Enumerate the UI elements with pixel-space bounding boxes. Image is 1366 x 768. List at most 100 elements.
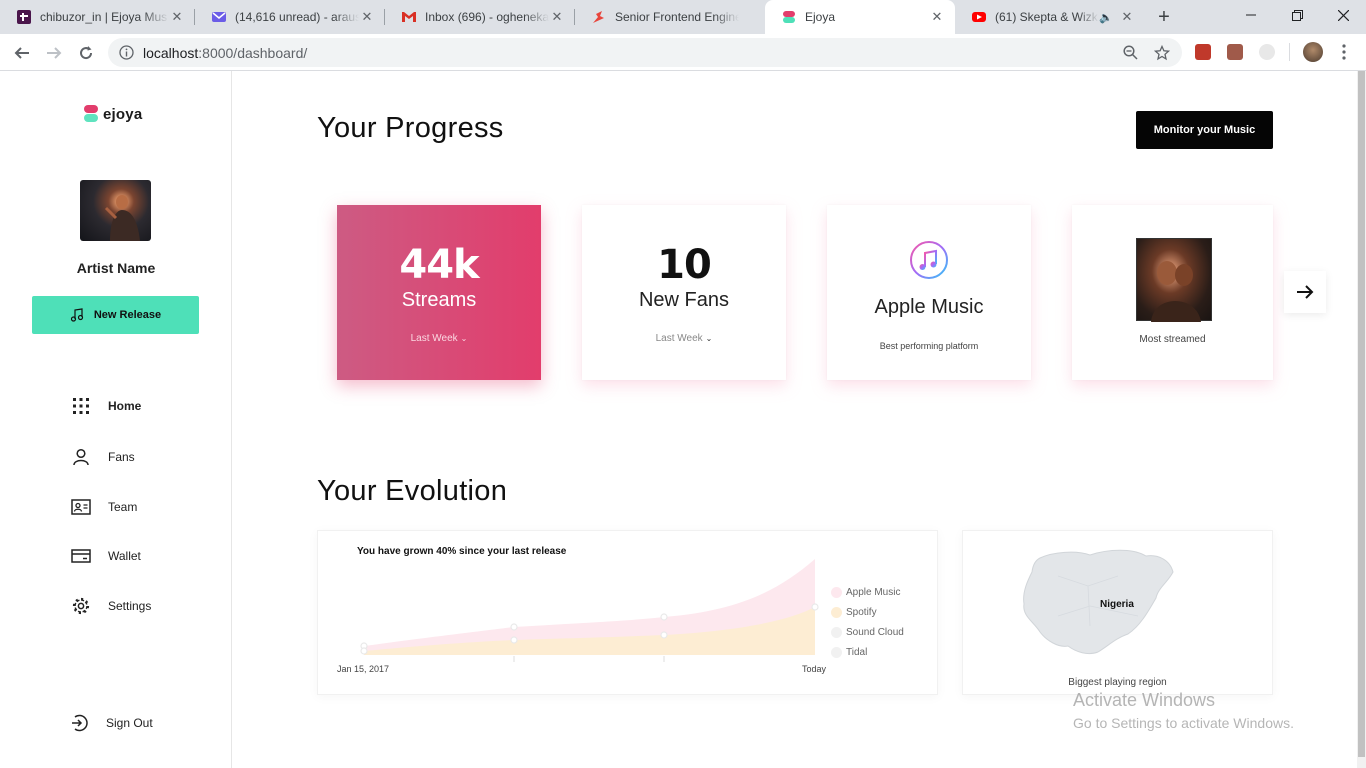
sidebar-item-label: Wallet — [108, 549, 141, 563]
sidebar-item-label: Team — [108, 500, 138, 514]
close-icon[interactable]: ✕ — [169, 9, 185, 25]
album-cover — [1136, 238, 1212, 322]
streams-value: 44k — [399, 242, 479, 288]
new-release-button[interactable]: New Release — [32, 296, 199, 334]
extension-icon[interactable] — [1195, 44, 1211, 60]
close-icon[interactable]: ✕ — [549, 9, 565, 25]
bookmark-star-icon[interactable] — [1153, 44, 1171, 66]
music-note-icon — [70, 308, 83, 322]
tab-title: Inbox (696) - ogheneka — [425, 10, 549, 24]
url-text: localhost:8000/dashboard/ — [143, 45, 308, 61]
youtube-icon — [971, 9, 987, 25]
streams-card: 44k Streams Last Week ⌄ — [337, 205, 541, 380]
close-icon[interactable]: ✕ — [1119, 9, 1135, 25]
info-icon[interactable] — [119, 45, 134, 65]
progress-heading: Your Progress — [317, 112, 504, 144]
sidebar-item-wallet[interactable]: Wallet — [70, 544, 141, 568]
main-content: Your Progress Monitor your Music 44k Str… — [232, 71, 1357, 768]
close-icon[interactable]: ✕ — [359, 9, 375, 25]
new-fans-label: New Fans — [638, 289, 730, 311]
x-axis-start-label: Jan 15, 2017 — [337, 664, 390, 674]
wallet-icon — [70, 545, 92, 567]
close-window-button[interactable] — [1320, 0, 1366, 30]
sign-out-icon — [68, 712, 90, 734]
monitor-music-button[interactable]: Monitor your Music — [1136, 111, 1273, 149]
browser-tab[interactable]: Inbox (696) - ogheneka ✕ — [385, 0, 575, 34]
logo-text: ejoya — [103, 105, 143, 123]
new-release-label: New Release — [93, 309, 162, 321]
address-bar[interactable]: localhost:8000/dashboard/ — [108, 38, 1182, 67]
sidebar-item-settings[interactable]: Settings — [70, 594, 151, 618]
ejoya-logo[interactable]: ejoya — [84, 104, 142, 124]
chevron-down-icon: ⌄ — [705, 334, 713, 343]
chart-point — [360, 647, 368, 655]
sidebar: ejoya Artist Name New Release Home Fans … — [0, 71, 232, 768]
speaker-icon[interactable]: 🔈 — [1099, 11, 1113, 24]
browser-tab-active[interactable]: Ejoya ✕ — [765, 0, 955, 34]
new-tab-button[interactable]: + — [1152, 6, 1176, 28]
gear-icon — [70, 595, 92, 617]
activate-windows-subtitle: Go to Settings to activate Windows. — [1073, 715, 1294, 731]
scrollbar-thumb[interactable] — [1358, 71, 1365, 757]
fans-period-dropdown[interactable]: Last Week ⌄ — [582, 333, 786, 344]
legend-item-spotify[interactable]: Spotify — [831, 602, 904, 622]
chart-legend: Apple Music Spotify Sound Cloud Tidal — [831, 582, 904, 662]
carousel-next-button[interactable] — [1284, 271, 1326, 313]
zoom-icon[interactable] — [1123, 45, 1138, 65]
chart-point — [660, 631, 668, 639]
mail-icon — [211, 9, 227, 25]
user-icon — [70, 446, 92, 468]
legend-item-tidal[interactable]: Tidal — [831, 642, 904, 662]
nigeria-map — [1023, 549, 1174, 655]
slack-icon — [16, 9, 32, 25]
new-fans-value: 10 — [657, 242, 712, 288]
region-country-label: Nigeria — [1100, 599, 1134, 610]
reload-button[interactable] — [73, 40, 99, 66]
activate-windows-title: Activate Windows — [1073, 690, 1216, 710]
tab-title: Ejoya — [805, 10, 836, 24]
sign-out-button[interactable]: Sign Out — [68, 711, 153, 735]
evolution-heading: Your Evolution — [317, 475, 508, 507]
arrow-right-icon — [1297, 285, 1314, 299]
browser-tab[interactable]: (14,616 unread) - araus ✕ — [195, 0, 385, 34]
sidebar-item-home[interactable]: Home — [70, 394, 141, 418]
legend-item-apple-music[interactable]: Apple Music — [831, 582, 904, 602]
streams-period-dropdown[interactable]: Last Week ⌄ — [337, 333, 541, 344]
legend-item-sound-cloud[interactable]: Sound Cloud — [831, 622, 904, 642]
region-map-panel: Nigeria Biggest playing region — [962, 530, 1273, 695]
forward-button[interactable] — [41, 40, 67, 66]
chart-point — [510, 636, 518, 644]
close-icon[interactable]: ✕ — [929, 9, 945, 25]
back-button[interactable] — [9, 40, 35, 66]
sidebar-item-team[interactable]: Team — [70, 495, 137, 519]
chart-point — [510, 623, 518, 631]
sidebar-item-fans[interactable]: Fans — [70, 445, 135, 469]
extension-icon[interactable] — [1259, 44, 1275, 60]
sign-out-label: Sign Out — [106, 716, 153, 730]
browser-tab[interactable]: (61) Skepta & Wizk 🔈 ✕ — [955, 0, 1145, 34]
platform-card: Apple Music Best performing platform — [827, 205, 1031, 380]
ejoya-logo-icon — [84, 105, 98, 122]
browser-toolbar: localhost:8000/dashboard/ — [0, 34, 1366, 71]
restore-button[interactable] — [1274, 0, 1320, 30]
x-axis-end-label: Today — [802, 664, 827, 674]
ejoya-icon — [781, 9, 797, 25]
pdf-extension-icon[interactable] — [1227, 44, 1243, 60]
menu-kebab-icon[interactable] — [1338, 43, 1350, 66]
chart-point — [660, 613, 668, 621]
tab-title: (14,616 unread) - araus — [235, 10, 359, 24]
platform-caption: Best performing platform — [879, 341, 979, 351]
profile-avatar-icon[interactable] — [1303, 42, 1323, 62]
grid-icon — [70, 395, 92, 417]
minimize-button[interactable] — [1228, 0, 1274, 30]
browser-tab[interactable]: Senior Frontend Engine — [575, 0, 765, 34]
evolution-chart-panel: You have grown 40% since your last relea… — [317, 530, 938, 695]
region-caption: Biggest playing region — [1068, 677, 1167, 688]
tab-title: chibuzor_in | Ejoya Mus — [40, 10, 168, 24]
sidebar-item-label: Settings — [108, 599, 152, 613]
browser-tabstrip: chibuzor_in | Ejoya Mus ✕ (14,616 unread… — [0, 0, 1366, 34]
browser-tab[interactable]: chibuzor_in | Ejoya Mus ✕ — [0, 0, 195, 34]
gmail-icon — [401, 9, 417, 25]
sidebar-item-label: Home — [108, 399, 142, 413]
streams-label: Streams — [401, 289, 477, 311]
